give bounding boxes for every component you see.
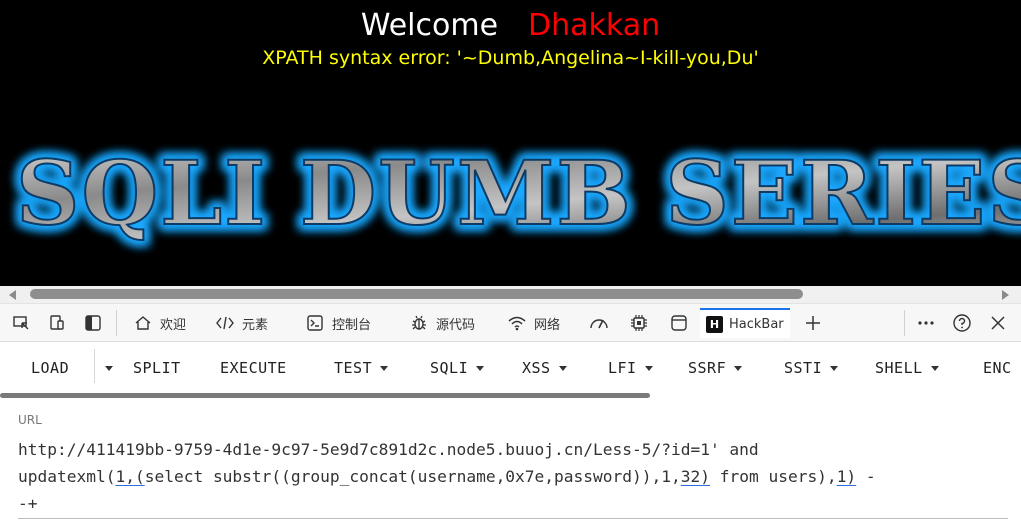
ssrf-menu-button[interactable]: SSRF xyxy=(688,357,743,379)
banner-text: SQLI DUMB SERIES xyxy=(16,141,1021,245)
load-options-dropdown[interactable] xyxy=(97,357,113,379)
help-icon[interactable] xyxy=(951,312,973,334)
performance-gauge-icon[interactable] xyxy=(588,312,610,334)
url-field-underline xyxy=(18,518,1008,519)
chevron-down-icon xyxy=(476,365,485,371)
page-viewport: Welcome Dhakkan XPATH syntax error: '~Dum… xyxy=(0,0,1021,286)
url-line-2: updatexml(1,(select substr((group_concat… xyxy=(18,463,1008,490)
url-segment: from users), xyxy=(709,467,837,486)
welcome-word: Welcome xyxy=(360,8,499,43)
close-icon[interactable] xyxy=(987,312,1009,334)
execute-button-label: EXECUTE xyxy=(220,359,287,377)
home-icon xyxy=(132,312,154,334)
ssti-menu-button[interactable]: SSTI xyxy=(784,357,839,379)
enc-menu-label: ENC xyxy=(983,359,1012,377)
chevron-down-icon xyxy=(830,365,839,371)
hackbar-toolbar: LOAD SPLIT EXECUTE TEST SQLI XSS LFI SSR… xyxy=(0,343,1021,393)
add-tab-plus-icon[interactable] xyxy=(802,312,824,334)
welcome-heading: Welcome Dhakkan xyxy=(0,6,1021,46)
xss-menu-label: XSS xyxy=(522,359,551,377)
inspect-element-icon[interactable] xyxy=(10,312,32,334)
load-button-label: LOAD xyxy=(31,359,70,377)
dock-panel-icon[interactable] xyxy=(82,312,104,334)
chevron-down-icon xyxy=(380,365,389,371)
test-menu-label: TEST xyxy=(334,359,373,377)
load-button[interactable]: LOAD xyxy=(31,357,69,379)
tab-welcome-label: 欢迎 xyxy=(160,317,187,333)
split-button[interactable]: SPLIT xyxy=(133,357,181,379)
tab-console-label: 控制台 xyxy=(332,317,372,333)
welcome-name: Dhakkan xyxy=(528,8,661,43)
devtools-tabbar: 欢迎 元素 控制台 源代码 网络 H HackBar xyxy=(0,304,1021,342)
ssti-menu-label: SSTI xyxy=(784,359,823,377)
tab-elements-label: 元素 xyxy=(242,317,269,333)
lfi-menu-button[interactable]: LFI xyxy=(608,357,653,379)
tab-sources-label: 源代码 xyxy=(436,317,476,333)
horizontal-scrollbar[interactable] xyxy=(0,286,1021,304)
split-button-label: SPLIT xyxy=(133,359,181,377)
sqli-menu-label: SQLI xyxy=(430,359,469,377)
lfi-menu-label: LFI xyxy=(608,359,637,377)
sqli-menu-button[interactable]: SQLI xyxy=(430,357,485,379)
tab-sources[interactable]: 源代码 xyxy=(402,310,481,336)
tab-network[interactable]: 网络 xyxy=(500,310,566,336)
url-segment: updatexml( xyxy=(18,467,116,486)
tab-elements[interactable]: 元素 xyxy=(208,310,274,336)
xpath-error-message: XPATH syntax error: '~Dumb,Angelina~I-ki… xyxy=(262,47,759,69)
more-options-icon[interactable] xyxy=(915,312,937,334)
shell-menu-label: SHELL xyxy=(875,359,923,377)
test-menu-button[interactable]: TEST xyxy=(334,357,389,379)
scroll-right-arrow-icon[interactable] xyxy=(1002,290,1009,300)
memory-chip-icon[interactable] xyxy=(628,312,650,334)
sqli-dumb-series-banner: SQLI DUMB SERIES SQLI DUMB SERIES xyxy=(0,138,1021,268)
tab-hackbar[interactable]: H HackBar xyxy=(700,308,790,338)
application-window-icon[interactable] xyxy=(668,312,690,334)
console-icon xyxy=(304,312,326,334)
wifi-icon xyxy=(506,312,528,334)
url-line-3: -+ xyxy=(18,494,38,513)
chevron-down-icon xyxy=(734,365,743,371)
xss-menu-button[interactable]: XSS xyxy=(522,357,567,379)
chevron-down-icon xyxy=(644,365,653,371)
toolbar-scrollbar-thumb[interactable] xyxy=(0,393,650,398)
spellcheck-underlined-segment: 32) xyxy=(680,467,710,486)
url-line-1: http://411419bb-9759-4d1e-9c97-5e9d7c891… xyxy=(18,440,759,459)
scrollbar-thumb[interactable] xyxy=(30,289,803,299)
scroll-left-arrow-icon[interactable] xyxy=(9,290,16,300)
url-label: URL xyxy=(18,413,42,427)
code-brackets-icon xyxy=(214,312,236,334)
url-segment: - xyxy=(856,467,876,486)
enc-menu-button[interactable]: ENC xyxy=(983,357,1012,379)
tab-console[interactable]: 控制台 xyxy=(298,310,377,336)
tab-hackbar-label: HackBar xyxy=(729,316,784,332)
bug-icon xyxy=(408,312,430,334)
chevron-down-icon xyxy=(558,365,567,371)
tab-network-label: 网络 xyxy=(534,317,561,333)
chevron-down-icon xyxy=(105,365,113,371)
execute-button[interactable]: EXECUTE xyxy=(220,357,287,379)
shell-menu-button[interactable]: SHELL xyxy=(875,357,939,379)
device-emulation-icon[interactable] xyxy=(46,312,68,334)
url-textarea[interactable]: http://411419bb-9759-4d1e-9c97-5e9d7c891… xyxy=(18,436,1008,517)
hackbar-logo-icon: H xyxy=(706,315,723,333)
url-segment: select substr((group_concat(username,0x7… xyxy=(144,467,681,486)
spellcheck-underlined-segment: 1,( xyxy=(115,467,145,486)
chevron-down-icon xyxy=(930,365,939,371)
spellcheck-underlined-segment: 1) xyxy=(836,467,857,486)
tab-welcome[interactable]: 欢迎 xyxy=(126,310,192,336)
ssrf-menu-label: SSRF xyxy=(688,359,727,377)
